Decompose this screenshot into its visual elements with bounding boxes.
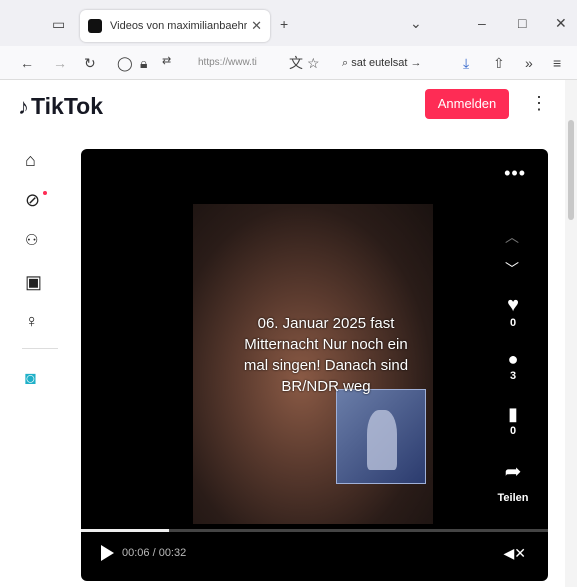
previous-video-icon[interactable]: ︿ <box>505 227 519 247</box>
scrollbar[interactable] <box>565 80 577 587</box>
lock-icon[interactable]: 🔒︎ <box>140 56 147 70</box>
notification-dot <box>43 191 47 195</box>
play-icon[interactable] <box>101 545 114 561</box>
explore-icon[interactable]: ⊘ <box>25 190 40 211</box>
permissions-icon[interactable]: ⇄ <box>162 56 171 67</box>
live-icon[interactable]: ▣ <box>25 272 42 293</box>
translate-icon[interactable]: 文 <box>289 56 303 70</box>
mute-icon[interactable]: ◀✕ <box>504 545 527 562</box>
share-label: Teilen <box>497 492 529 504</box>
close-window-button[interactable]: ✕ <box>555 16 567 30</box>
time-display: 00:06 / 00:32 <box>122 547 187 559</box>
home-icon[interactable]: ⌂ <box>25 150 36 171</box>
tab-dropdown-icon[interactable]: ⌄ <box>410 16 422 30</box>
video-caption: 06. Januar 2025 fast Mitternacht Nur noc… <box>243 315 409 395</box>
video-inset-image <box>336 389 426 484</box>
menu-icon[interactable]: ≡ <box>553 56 561 70</box>
search-icon: ⌕ <box>342 57 352 69</box>
following-icon[interactable]: ⚇ <box>25 231 38 249</box>
overflow-icon[interactable]: » <box>525 56 533 70</box>
browser-tab[interactable]: Videos von maximilianbaehring ✕ <box>80 10 270 42</box>
progress-fill <box>81 529 169 532</box>
logo-text: TikTok <box>31 93 103 119</box>
search-field[interactable]: ⌕ sat eutelsat → <box>342 53 422 73</box>
save-count: 0 <box>509 425 517 437</box>
scrollbar-thumb[interactable] <box>568 120 574 220</box>
player-controls: 00:06 / 00:32 <box>101 545 186 561</box>
heart-icon[interactable]: ♥ <box>501 294 525 317</box>
minimize-button[interactable]: – <box>478 16 486 30</box>
bookmark-icon[interactable]: ▮ <box>501 404 525 425</box>
tiktok-logo[interactable]: ♪ TikTok <box>18 93 103 120</box>
reload-icon[interactable]: ↻ <box>84 56 96 70</box>
download-icon[interactable]: ⤓ <box>463 56 469 70</box>
tab-list-icon[interactable]: ▭ <box>52 17 65 31</box>
more-options-icon[interactable]: ⋮ <box>530 93 548 114</box>
save-action[interactable]: ▮ 0 <box>501 404 525 437</box>
comment-count: 3 <box>509 370 517 382</box>
more-icon[interactable]: ••• <box>504 163 526 184</box>
back-icon[interactable]: ← <box>20 56 34 70</box>
tab-close-icon[interactable]: ✕ <box>251 18 262 34</box>
progress-bar[interactable] <box>81 529 548 532</box>
avatar-icon[interactable]: ◙ <box>25 368 36 389</box>
shield-icon[interactable]: ◯ <box>117 56 133 70</box>
sidebar-divider <box>22 348 58 349</box>
go-arrow-icon[interactable]: → <box>411 57 422 69</box>
forward-icon[interactable]: → <box>53 56 67 70</box>
new-tab-button[interactable]: + <box>280 17 288 31</box>
tiktok-note-icon: ♪ <box>18 93 29 119</box>
profile-icon[interactable]: ♀ <box>25 311 39 332</box>
comment-icon[interactable]: ● <box>501 349 525 370</box>
like-action[interactable]: ♥ 0 <box>501 294 525 329</box>
share-icon[interactable]: ➦ <box>501 459 525 484</box>
search-text: sat eutelsat <box>351 57 408 69</box>
share-page-icon[interactable]: ⇧ <box>493 56 505 70</box>
browser-tab-bar: ▭ Videos von maximilianbaehring ✕ + ⌄ – … <box>0 0 577 46</box>
maximize-button[interactable]: □ <box>518 16 526 30</box>
comment-action[interactable]: ● 3 <box>501 349 525 382</box>
browser-nav-bar: ← → ↻ ◯ 🔒︎ ⇄ https://www.ti 文 ☆ ⌕ sat eu… <box>0 46 577 80</box>
like-count: 0 <box>509 317 517 329</box>
bookmark-star-icon[interactable]: ☆ <box>307 56 320 70</box>
tiktok-favicon-icon <box>88 19 102 33</box>
tab-title: Videos von maximilianbaehring <box>110 20 248 32</box>
next-video-icon[interactable]: ﹀ <box>505 259 519 279</box>
video-player[interactable]: 06. Januar 2025 fast Mitternacht Nur noc… <box>81 149 548 581</box>
login-button[interactable]: Anmelden <box>425 89 509 119</box>
